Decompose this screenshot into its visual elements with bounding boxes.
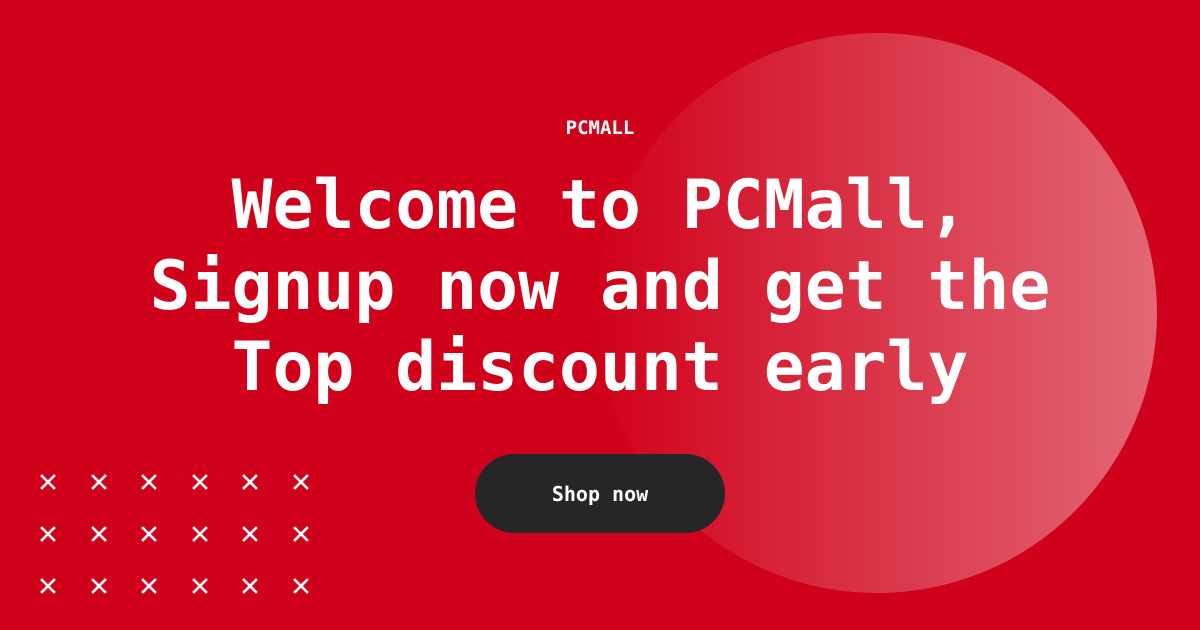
x-mark-icon xyxy=(129,458,169,506)
x-mark-icon xyxy=(230,458,270,506)
x-mark-icon xyxy=(129,562,169,610)
x-mark-icon xyxy=(230,510,270,558)
x-mark-icon xyxy=(230,562,270,610)
x-mark-icon xyxy=(129,510,169,558)
headline-line: Welcome to PCMall, xyxy=(231,166,969,245)
x-mark-icon xyxy=(180,458,220,506)
brand-name: PCMALL xyxy=(565,117,635,139)
headline-line: Signup now and get the xyxy=(149,247,1051,326)
x-mark-icon xyxy=(28,562,68,610)
x-pattern xyxy=(28,458,328,608)
shop-now-button[interactable]: Shop now xyxy=(475,454,725,533)
x-mark-icon xyxy=(281,510,321,558)
x-mark-icon xyxy=(79,510,119,558)
x-mark-icon xyxy=(28,458,68,506)
headline: Welcome to PCMall, Signup now and get th… xyxy=(0,165,1200,408)
x-mark-icon xyxy=(79,562,119,610)
x-mark-icon xyxy=(281,562,321,610)
x-mark-icon xyxy=(281,458,321,506)
x-mark-icon xyxy=(79,458,119,506)
x-mark-icon xyxy=(180,510,220,558)
x-mark-icon xyxy=(28,510,68,558)
x-mark-icon xyxy=(180,562,220,610)
headline-line: Top discount early xyxy=(231,328,969,407)
promo-banner: PCMALL Welcome to PCMall, Signup now and… xyxy=(0,0,1200,630)
